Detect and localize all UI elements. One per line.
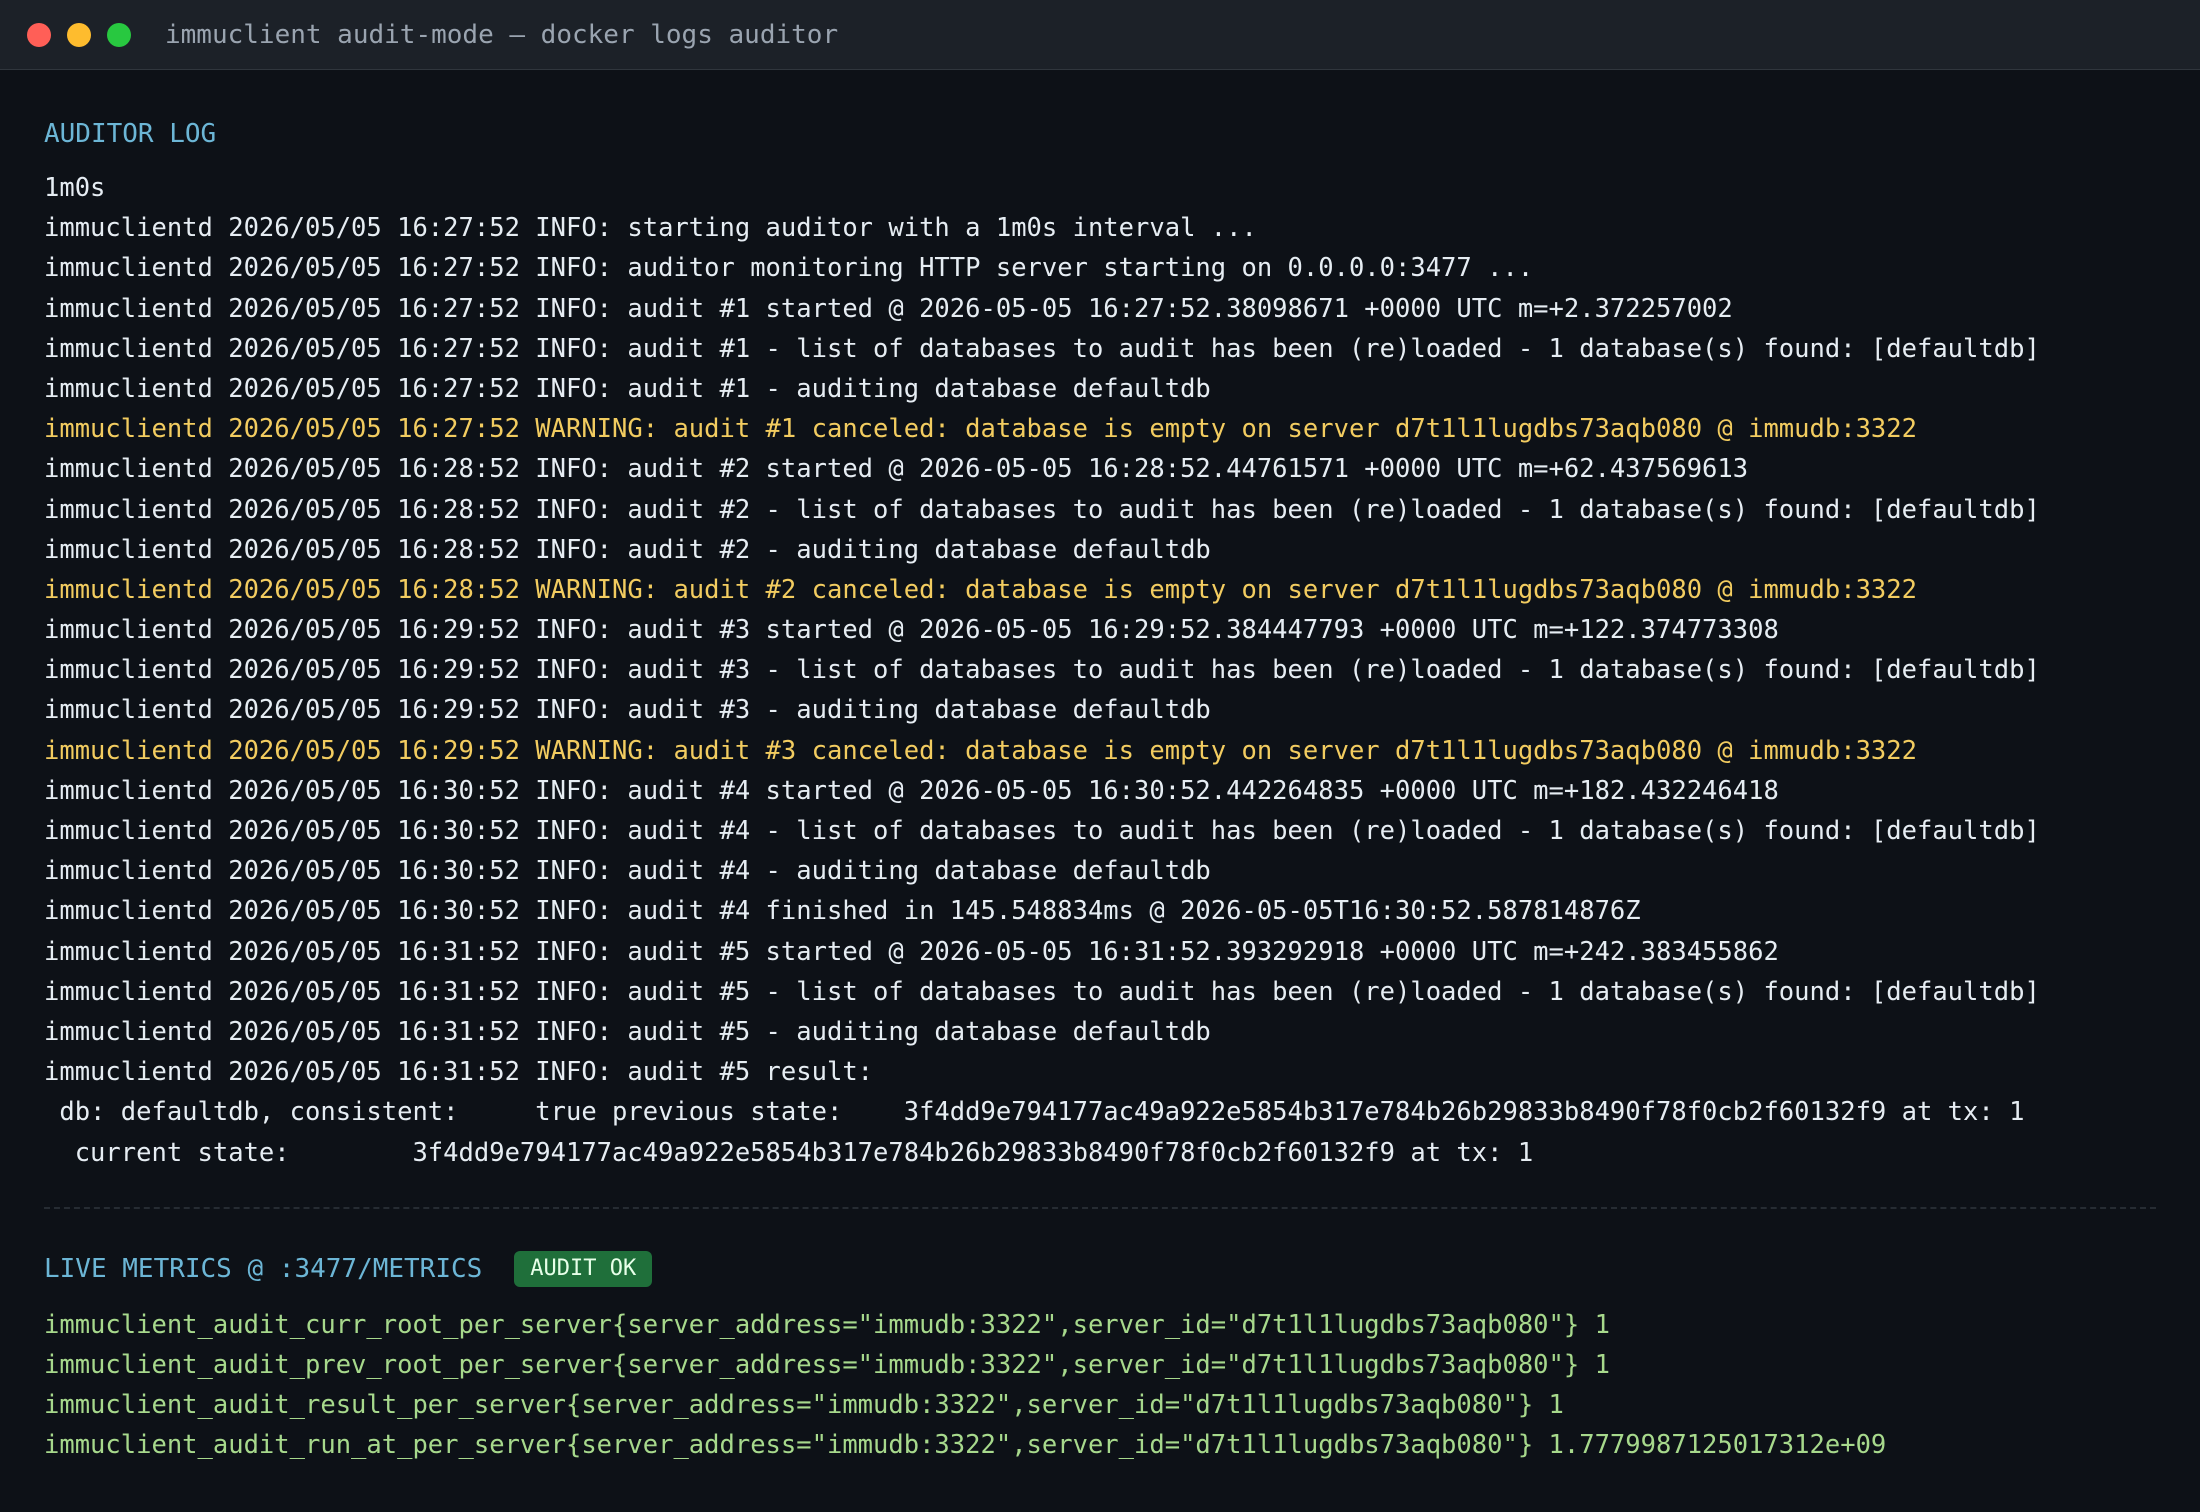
metrics-header: LIVE METRICS @ :3477/METRICS AUDIT OK <box>44 1249 2156 1289</box>
log-line-warning: immuclientd 2026/05/05 16:28:52 WARNING:… <box>44 574 1917 605</box>
live-metrics: immuclient_audit_curr_root_per_server{se… <box>44 1305 2156 1466</box>
log-line: immuclientd 2026/05/05 16:27:52 INFO: au… <box>44 253 1534 284</box>
window-title: immuclient audit-mode — docker logs audi… <box>165 19 839 50</box>
metric-line: immuclient_audit_curr_root_per_server{se… <box>44 1309 1610 1340</box>
log-line: immuclientd 2026/05/05 16:31:52 INFO: au… <box>44 976 2040 1007</box>
log-line: 1m0s <box>44 173 106 203</box>
log-line: immuclientd 2026/05/05 16:29:52 INFO: au… <box>44 695 1211 726</box>
audit-status-badge: AUDIT OK <box>514 1250 653 1287</box>
auditor-log: 1m0s immuclientd 2026/05/05 16:27:52 INFO… <box>44 168 2156 1173</box>
log-line: immuclientd 2026/05/05 16:30:52 INFO: au… <box>44 856 1211 887</box>
log-line: immuclientd 2026/05/05 16:27:52 INFO: st… <box>44 213 1257 244</box>
log-line: immuclientd 2026/05/05 16:30:52 INFO: au… <box>44 816 2040 846</box>
log-line: immuclientd 2026/05/05 16:28:52 INFO: au… <box>44 494 2040 525</box>
log-line: immuclientd 2026/05/05 16:27:52 INFO: au… <box>44 333 2040 364</box>
log-line: immuclientd 2026/05/05 16:31:52 INFO: au… <box>44 1057 874 1088</box>
close-window-icon[interactable] <box>27 22 51 47</box>
terminal-window: immuclient audit-mode — docker logs audi… <box>0 0 2200 1512</box>
log-line: immuclientd 2026/05/05 16:29:52 INFO: au… <box>44 615 1779 646</box>
log-line: immuclientd 2026/05/05 16:29:52 INFO: au… <box>44 655 2040 686</box>
minimize-window-icon[interactable] <box>67 22 91 47</box>
log-line-warning: immuclientd 2026/05/05 16:27:52 WARNING:… <box>44 414 1917 445</box>
section-divider <box>44 1206 2156 1209</box>
log-line: db: defaultdb, consistent: true previous… <box>44 1097 2025 1128</box>
log-line: immuclientd 2026/05/05 16:27:52 INFO: au… <box>44 293 1733 324</box>
metric-line: immuclient_audit_result_per_server{serve… <box>44 1390 1564 1421</box>
metric-line: immuclient_audit_run_at_per_server{serve… <box>44 1430 1887 1461</box>
metric-line: immuclient_audit_prev_root_per_server{se… <box>44 1349 1610 1380</box>
maximize-window-icon[interactable] <box>107 22 131 47</box>
log-line: immuclientd 2026/05/05 16:31:52 INFO: au… <box>44 1016 1211 1047</box>
terminal-content[interactable]: AUDITOR LOG 1m0s immuclientd 2026/05/05 1… <box>0 70 2200 1465</box>
log-line: immuclientd 2026/05/05 16:28:52 INFO: au… <box>44 454 1749 485</box>
log-line: immuclientd 2026/05/05 16:31:52 INFO: au… <box>44 936 1779 967</box>
log-line: immuclientd 2026/05/05 16:27:52 INFO: au… <box>44 373 1211 404</box>
log-line: immuclientd 2026/05/05 16:30:52 INFO: au… <box>44 896 1641 927</box>
log-line: immuclientd 2026/05/05 16:30:52 INFO: au… <box>44 775 1779 806</box>
log-line: immuclientd 2026/05/05 16:28:52 INFO: au… <box>44 534 1211 565</box>
title-bar: immuclient audit-mode — docker logs audi… <box>0 0 2200 70</box>
log-line: current state: 3f4dd9e794177ac49a922e585… <box>44 1137 1534 1168</box>
log-line-warning: immuclientd 2026/05/05 16:29:52 WARNING:… <box>44 735 1917 766</box>
auditor-log-heading: AUDITOR LOG <box>44 119 217 149</box>
live-metrics-heading: LIVE METRICS @ :3477/METRICS <box>44 1253 483 1284</box>
